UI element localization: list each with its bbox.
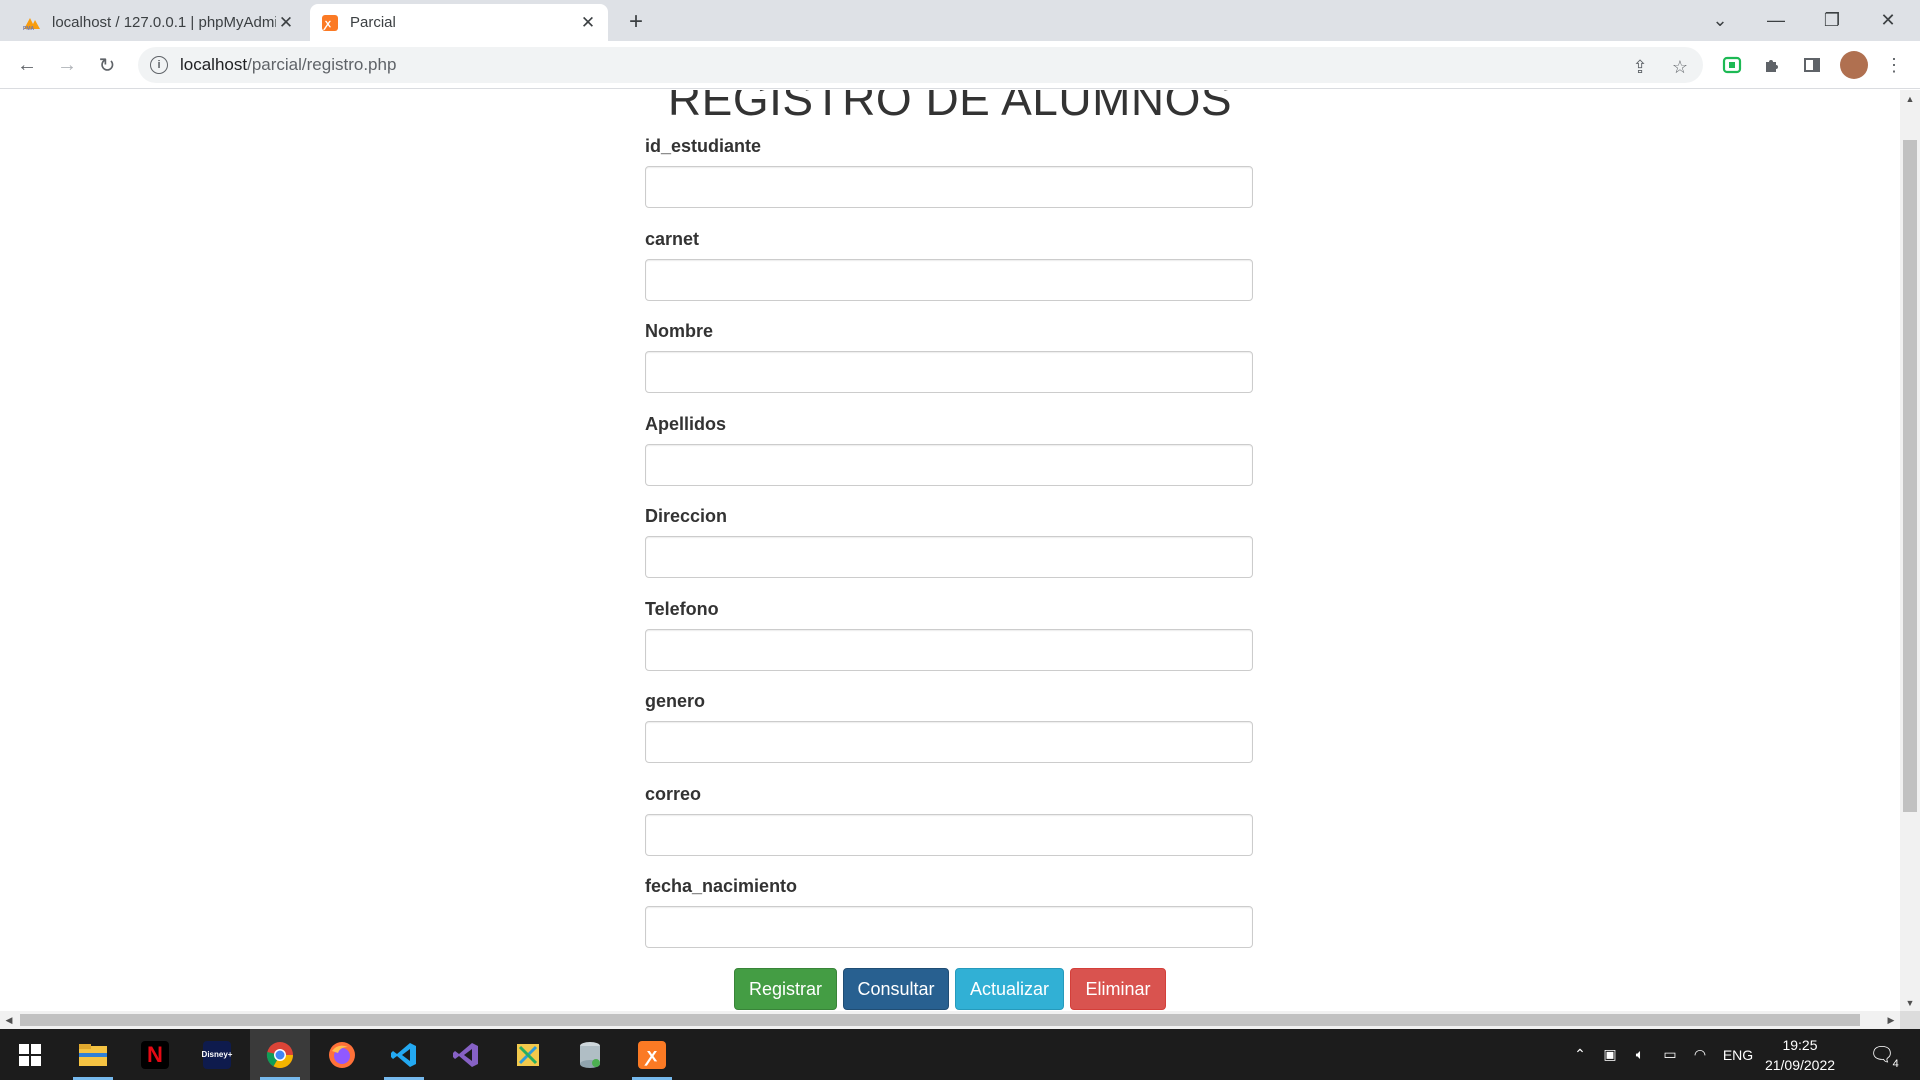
battery-icon[interactable]: ▭ <box>1658 1029 1682 1080</box>
id-estudiante-input[interactable] <box>645 166 1253 208</box>
firefox-icon[interactable] <box>312 1029 372 1080</box>
close-window-button[interactable]: ✕ <box>1860 0 1916 41</box>
bookmark-star-icon[interactable]: ☆ <box>1668 55 1692 79</box>
disney-plus-icon[interactable]: Disney+ <box>187 1029 247 1080</box>
tab-title: localhost / 127.0.0.1 | phpMyAdmin <box>52 14 276 31</box>
correo-input[interactable] <box>645 813 1253 856</box>
tab-parcial[interactable]: ꭗ Parcial ✕ <box>310 4 608 41</box>
address-bar[interactable]: i localhost/parcial/registro.php ⇪ ☆ <box>138 47 1703 83</box>
field-correo: correo <box>645 784 1253 877</box>
field-genero: genero <box>645 691 1253 784</box>
field-label: Direccion <box>645 506 728 526</box>
consultar-button[interactable]: Consultar <box>843 968 949 1010</box>
notification-count: 4 <box>1888 1057 1903 1071</box>
eliminar-button[interactable]: Eliminar <box>1070 968 1166 1010</box>
tab-search-icon[interactable]: ⌄ <box>1692 0 1748 41</box>
close-tab-icon[interactable]: ✕ <box>578 13 598 33</box>
url-host: localhost <box>180 55 248 74</box>
fecha-nacimiento-input[interactable] <box>645 906 1253 948</box>
telefono-input[interactable] <box>645 628 1253 671</box>
registration-form: id_estudiante carnet Nombre Apellidos Di… <box>645 136 1253 969</box>
scrollbar-corner <box>1900 1011 1920 1029</box>
svg-text:PMA: PMA <box>23 26 35 31</box>
start-icon[interactable] <box>0 1029 60 1080</box>
visual-studio-icon[interactable] <box>436 1029 496 1080</box>
field-direccion: Direccion <box>645 506 1253 599</box>
field-label: carnet <box>645 228 700 249</box>
direccion-input[interactable] <box>645 536 1253 578</box>
field-label: Telefono <box>645 598 719 619</box>
vertical-scroll-thumb[interactable] <box>1903 140 1917 812</box>
url-path: /parcial/registro.php <box>247 55 397 74</box>
xampp-icon: ꭗ <box>320 13 340 33</box>
restore-button[interactable]: ❐ <box>1804 0 1860 41</box>
page-viewport: REGISTRO DE ALUMNOS id_estudiante carnet… <box>0 90 1900 1011</box>
field-label: fecha_nacimiento <box>645 876 798 896</box>
vertical-scrollbar[interactable]: ▲ ▼ <box>1900 90 1920 1011</box>
show-hidden-icons-icon[interactable]: ⌃ <box>1568 1029 1592 1080</box>
file-explorer-icon[interactable] <box>63 1029 123 1080</box>
new-tab-button[interactable]: + <box>622 8 650 36</box>
tab-strip: PMA localhost / 127.0.0.1 | phpMyAdmin ✕… <box>0 0 1920 41</box>
share-icon[interactable]: ⇪ <box>1628 55 1652 79</box>
action-buttons: Registrar Consultar Actualizar Eliminar <box>734 968 1166 1010</box>
field-fecha-nacimiento: fecha_nacimiento <box>645 876 1253 969</box>
scroll-down-arrow-icon[interactable]: ▼ <box>1900 994 1920 1011</box>
tab-phpmyadmin[interactable]: PMA localhost / 127.0.0.1 | phpMyAdmin ✕ <box>12 4 306 41</box>
field-id-estudiante: id_estudiante <box>645 136 1253 229</box>
horizontal-scrollbar[interactable]: ◀ ▶ <box>0 1011 1900 1029</box>
scroll-up-arrow-icon[interactable]: ▲ <box>1900 90 1920 107</box>
clock-date: 21/09/2022 <box>1764 1057 1836 1073</box>
security-icon[interactable]: ▣ <box>1598 1029 1622 1080</box>
vscode-icon[interactable] <box>374 1029 434 1080</box>
actualizar-button[interactable]: Actualizar <box>955 968 1064 1010</box>
field-label: correo <box>645 783 702 804</box>
url-text: localhost/parcial/registro.php <box>180 55 396 75</box>
page-title: REGISTRO DE ALUMNOS <box>667 90 1233 125</box>
language-indicator[interactable]: ENG <box>1718 1029 1758 1080</box>
volume-icon[interactable]: 🔈︎ <box>1628 1029 1652 1080</box>
close-tab-icon[interactable]: ✕ <box>276 13 296 33</box>
horizontal-scroll-thumb[interactable] <box>20 1014 1860 1026</box>
extension-green-icon[interactable] <box>1720 53 1744 77</box>
notifications-icon[interactable]: 🗨︎ 4 <box>1862 1029 1903 1080</box>
clock-time: 19:25 <box>1782 1037 1818 1053</box>
minimize-button[interactable]: — <box>1748 0 1804 41</box>
field-label: Apellidos <box>645 413 727 434</box>
menu-kebab-icon[interactable]: ⋮ <box>1882 53 1906 77</box>
apellidos-input[interactable] <box>645 443 1253 486</box>
browser-toolbar: ← → ↻ i localhost/parcial/registro.php ⇪… <box>0 41 1920 89</box>
field-carnet: carnet <box>645 229 1253 322</box>
tab-title: Parcial <box>350 14 396 31</box>
carnet-input[interactable] <box>645 258 1253 301</box>
field-apellidos: Apellidos <box>645 414 1253 507</box>
side-panel-icon[interactable] <box>1800 53 1824 77</box>
extensions-puzzle-icon[interactable] <box>1760 53 1784 77</box>
scroll-right-arrow-icon[interactable]: ▶ <box>1882 1011 1900 1029</box>
field-telefono: Telefono <box>645 599 1253 692</box>
registrar-button[interactable]: Registrar <box>734 968 837 1010</box>
genero-input[interactable] <box>645 721 1253 763</box>
svg-text:ꭗ: ꭗ <box>323 18 332 30</box>
site-info-icon[interactable]: i <box>150 56 168 74</box>
xampp-icon[interactable]: ꭗ <box>622 1029 682 1080</box>
netflix-icon[interactable]: N <box>125 1029 185 1080</box>
field-nombre: Nombre <box>645 321 1253 414</box>
reload-button[interactable]: ↻ <box>91 49 123 81</box>
field-label: genero <box>645 691 706 711</box>
chrome-icon[interactable] <box>250 1029 310 1080</box>
profile-avatar[interactable] <box>1840 51 1868 79</box>
field-label: Nombre <box>645 321 714 341</box>
sql-tool-icon[interactable] <box>498 1029 558 1080</box>
windows-taskbar: N Disney+ ꭗ ⌃ ▣ 🔈︎ ▭ ◠ ENG 19:25 21/09/2… <box>0 1029 1920 1080</box>
forward-button[interactable]: → <box>51 49 83 81</box>
system-clock[interactable]: 19:25 21/09/2022 <box>1756 1035 1844 1075</box>
wifi-icon[interactable]: ◠ <box>1688 1029 1712 1080</box>
nombre-input[interactable] <box>645 351 1253 393</box>
phpmyadmin-icon: PMA <box>22 13 42 33</box>
scroll-left-arrow-icon[interactable]: ◀ <box>0 1011 18 1029</box>
field-label: id_estudiante <box>645 136 762 156</box>
database-icon[interactable] <box>560 1029 620 1080</box>
back-button[interactable]: ← <box>11 49 43 81</box>
